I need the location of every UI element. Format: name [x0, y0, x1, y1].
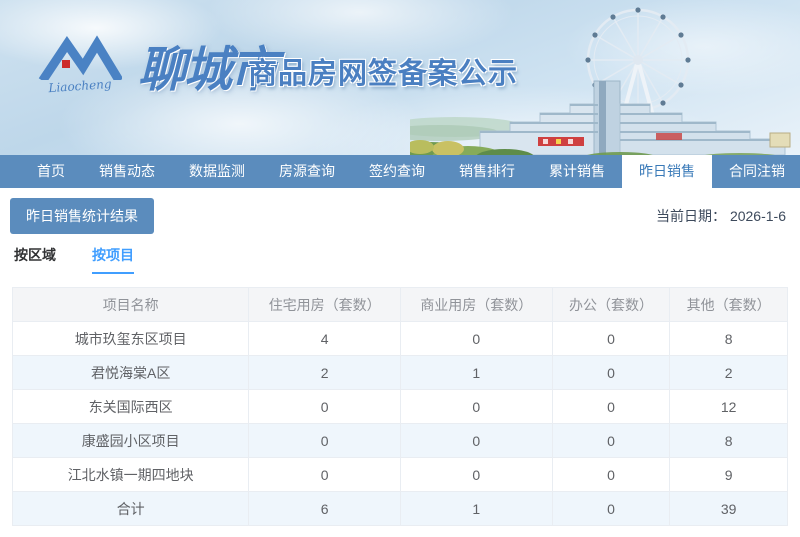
nav-item-yesterday-sales[interactable]: 昨日销售 [622, 155, 712, 188]
nav-item-data-monitor[interactable]: 数据监测 [172, 155, 262, 188]
main-content: 昨日销售统计结果 当前日期： 2026-1-6 按区域 按项目 项目名称 住宅用房… [0, 188, 800, 526]
office-cell: 0 [551, 355, 671, 390]
office-cell: 0 [551, 389, 671, 424]
current-date-label: 当前日期： [655, 208, 726, 224]
other-cell: 9 [669, 457, 788, 492]
table-header-row: 项目名称 住宅用房（套数） 商业用房（套数） 办公（套数） 其他（套数） [11, 287, 788, 322]
column-header-residential: 住宅用房（套数） [248, 287, 401, 322]
nav-item-contract-cancel[interactable]: 合同注销 [712, 155, 800, 188]
project-name-cell: 君悦海棠A区 [11, 355, 250, 390]
project-name-cell: 东关国际西区 [11, 389, 250, 424]
office-cell: 0 [551, 423, 671, 458]
other-total-cell: 39 [669, 491, 788, 526]
other-cell: 2 [669, 355, 788, 390]
nav-item-sales-activity[interactable]: 销售动态 [82, 155, 172, 188]
nav-item-total-sales[interactable]: 累计销售 [532, 155, 622, 188]
residential-total-cell: 6 [248, 491, 401, 526]
view-tabs: 按区域 按项目 [14, 245, 786, 274]
office-cell: 0 [551, 457, 671, 492]
residential-cell: 4 [248, 321, 401, 356]
page-title: 商品房网签备案公示 [248, 58, 519, 90]
other-cell: 12 [669, 389, 788, 424]
current-date: 当前日期： 2026-1-6 [656, 206, 786, 226]
tab-by-project[interactable]: 按项目 [92, 245, 134, 274]
residential-cell: 2 [248, 355, 401, 390]
table-row: 江北水镇一期四地块 0 0 0 9 [11, 457, 788, 492]
residential-cell: 0 [248, 457, 401, 492]
commercial-cell: 0 [400, 321, 553, 356]
other-cell: 8 [669, 423, 788, 458]
table-row: 东关国际西区 0 0 0 12 [11, 389, 788, 424]
nav-item-sales-ranking[interactable]: 销售排行 [442, 155, 532, 188]
table-row-total: 合计 6 1 0 39 [11, 491, 788, 526]
nav-item-signing-search[interactable]: 签约查询 [352, 155, 442, 188]
commercial-cell: 0 [400, 389, 553, 424]
commercial-cell: 0 [400, 423, 553, 458]
column-header-other: 其他（套数） [669, 287, 788, 322]
nav-item-listing-search[interactable]: 房源查询 [262, 155, 352, 188]
table-row: 君悦海棠A区 2 1 0 2 [11, 355, 788, 390]
liaocheng-logo: Liaocheng [30, 34, 130, 95]
column-header-office: 办公（套数） [551, 287, 671, 322]
toolbar: 昨日销售统计结果 当前日期： 2026-1-6 [0, 188, 800, 238]
column-header-commercial: 商业用房（套数） [400, 287, 553, 322]
nav-item-home[interactable]: 首页 [20, 155, 82, 188]
header-banner: Liaocheng 聊城市 商品房网签备案公示 [0, 0, 800, 155]
project-name-cell: 城市玖玺东区项目 [11, 321, 250, 356]
sales-table: 项目名称 住宅用房（套数） 商业用房（套数） 办公（套数） 其他（套数） 城市玖… [11, 287, 788, 526]
other-cell: 8 [669, 321, 788, 356]
column-header-project: 项目名称 [11, 287, 250, 322]
table-row: 城市玖玺东区项目 4 0 0 8 [11, 321, 788, 356]
tab-by-region[interactable]: 按区域 [14, 245, 56, 274]
residential-cell: 0 [248, 423, 401, 458]
commercial-cell: 1 [400, 355, 553, 390]
total-label-cell: 合计 [11, 491, 250, 526]
project-name-cell: 康盛园小区项目 [11, 423, 250, 458]
yesterday-sales-stats-button[interactable]: 昨日销售统计结果 [10, 198, 154, 234]
office-cell: 0 [551, 321, 671, 356]
current-date-value: 2026-1-6 [729, 208, 786, 224]
project-name-cell: 江北水镇一期四地块 [11, 457, 250, 492]
main-nav: 首页 销售动态 数据监测 房源查询 签约查询 销售排行 累计销售 昨日销售 合同… [0, 155, 800, 188]
residential-cell: 0 [248, 389, 401, 424]
commercial-total-cell: 1 [400, 491, 553, 526]
table-row: 康盛园小区项目 0 0 0 8 [11, 423, 788, 458]
commercial-cell: 0 [400, 457, 553, 492]
office-total-cell: 0 [551, 491, 671, 526]
mountain-m-logo-icon [38, 35, 124, 84]
